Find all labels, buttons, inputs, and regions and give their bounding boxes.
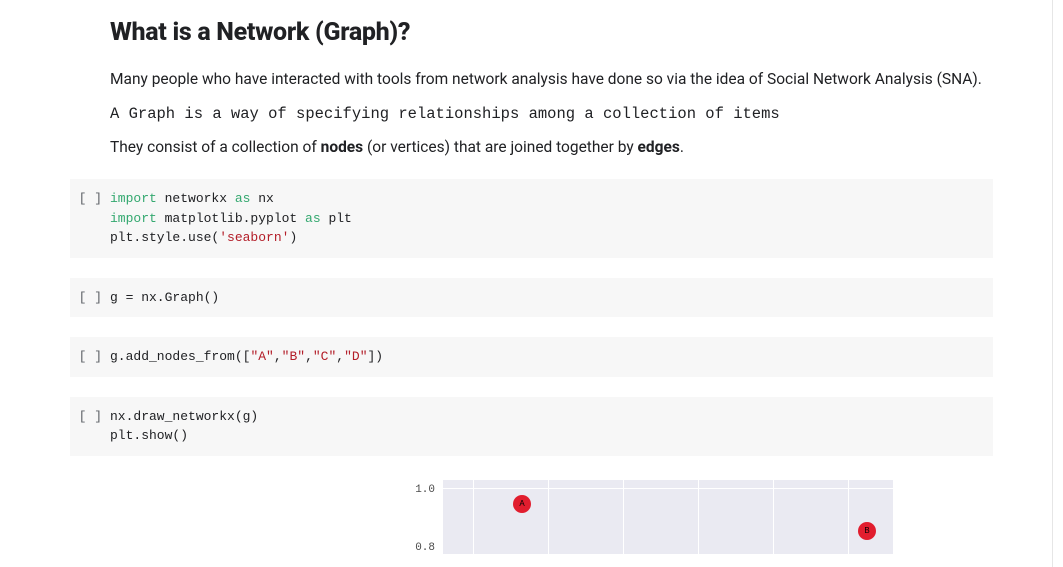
code-token: g.add_nodes_from([ bbox=[110, 349, 250, 364]
code-token: matplotlib.pyplot bbox=[157, 211, 305, 226]
grid-line bbox=[443, 488, 893, 489]
notebook-page: What is a Network (Graph)? Many people w… bbox=[0, 0, 1063, 567]
grid-line bbox=[473, 480, 474, 554]
code-token: plt.style.use( bbox=[110, 230, 219, 245]
code-token: networkx bbox=[157, 191, 235, 206]
grid-line bbox=[848, 480, 849, 554]
code-content[interactable]: import networkx as nx import matplotlib.… bbox=[110, 189, 352, 248]
code-token: as bbox=[235, 191, 251, 206]
intro-paragraph: Many people who have interacted with too… bbox=[110, 69, 993, 91]
grid-line bbox=[623, 480, 624, 554]
code-token: , bbox=[336, 349, 344, 364]
code-token: plt bbox=[321, 211, 352, 226]
divider-right bbox=[1052, 0, 1053, 567]
para-text: . bbox=[680, 138, 684, 156]
execution-count: [ ] bbox=[70, 347, 110, 367]
code-token: import bbox=[110, 191, 157, 206]
execution-count: [ ] bbox=[70, 288, 110, 308]
code-content[interactable]: nx.draw_networkx(g) plt.show() bbox=[110, 407, 258, 446]
grid-line bbox=[773, 480, 774, 554]
bold-edges: edges bbox=[638, 138, 680, 156]
code-token: ) bbox=[289, 230, 297, 245]
grid-line bbox=[698, 480, 699, 554]
code-token: import bbox=[110, 211, 157, 226]
code-token: "B" bbox=[282, 349, 305, 364]
definition-code: A Graph is a way of specifying relations… bbox=[110, 105, 780, 123]
code-cells: [ ]import networkx as nx import matplotl… bbox=[70, 179, 993, 456]
plot-output: 1.0 0.8 AB bbox=[110, 474, 993, 554]
para-text: (or vertices) that are joined together b… bbox=[363, 138, 637, 156]
code-token: , bbox=[274, 349, 282, 364]
code-content[interactable]: g.add_nodes_from(["A","B","C","D"]) bbox=[110, 347, 383, 367]
execution-count: [ ] bbox=[70, 407, 110, 427]
graph-node: A bbox=[513, 495, 531, 513]
execution-count: [ ] bbox=[70, 189, 110, 209]
graph-node: B bbox=[858, 522, 876, 540]
code-token: , bbox=[305, 349, 313, 364]
code-token: 'seaborn' bbox=[219, 230, 289, 245]
code-token: "C" bbox=[313, 349, 336, 364]
plot-canvas: AB bbox=[443, 480, 893, 554]
code-token: ]) bbox=[368, 349, 384, 364]
grid-line bbox=[548, 480, 549, 554]
code-cell[interactable]: [ ]nx.draw_networkx(g) plt.show() bbox=[70, 397, 993, 456]
code-cell[interactable]: [ ]g = nx.Graph() bbox=[70, 278, 993, 318]
code-token: as bbox=[305, 211, 321, 226]
code-content[interactable]: g = nx.Graph() bbox=[110, 288, 219, 308]
para-text: They consist of a collection of bbox=[110, 138, 321, 156]
code-cell[interactable]: [ ]g.add_nodes_from(["A","B","C","D"]) bbox=[70, 337, 993, 377]
section-heading: What is a Network (Graph)? bbox=[110, 0, 993, 57]
markdown-block: What is a Network (Graph)? Many people w… bbox=[110, 0, 993, 159]
graph-definition: A Graph is a way of specifying relations… bbox=[110, 103, 993, 126]
bold-nodes: nodes bbox=[321, 138, 364, 156]
code-token: nx bbox=[250, 191, 273, 206]
code-token: "A" bbox=[250, 349, 273, 364]
content-column: What is a Network (Graph)? Many people w… bbox=[0, 0, 1063, 554]
code-cell[interactable]: [ ]import networkx as nx import matplotl… bbox=[70, 179, 993, 258]
code-token: nx.draw_networkx(g) plt.show() bbox=[110, 409, 258, 444]
y-tick-label: 0.8 bbox=[405, 542, 435, 554]
code-token: "D" bbox=[344, 349, 367, 364]
nodes-edges-paragraph: They consist of a collection of nodes (o… bbox=[110, 137, 993, 159]
y-tick-label: 1.0 bbox=[405, 484, 435, 496]
code-token: g = nx.Graph() bbox=[110, 290, 219, 305]
